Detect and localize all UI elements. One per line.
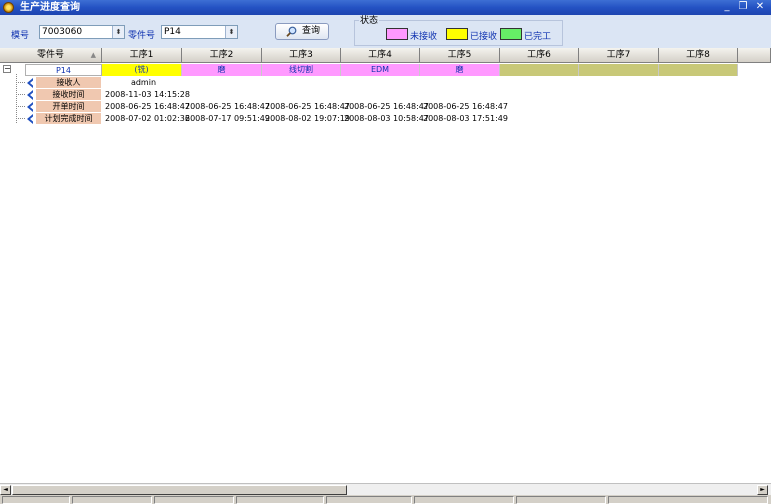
column-header-process-8[interactable]: 工序8 xyxy=(659,48,738,63)
mold-dropdown-icon[interactable]: ⬍ xyxy=(112,26,124,38)
detail-row-arrow-icon xyxy=(27,78,33,88)
sort-asc-icon: ▲ xyxy=(90,51,96,59)
legend-swatch-finished xyxy=(500,28,522,40)
minimize-button[interactable]: _ xyxy=(720,1,734,13)
tree-guide-line xyxy=(16,94,25,95)
scroll-thumb[interactable] xyxy=(12,485,347,495)
process-7-status-cell[interactable] xyxy=(579,64,659,76)
detail-value-cell[interactable]: 2008-06-25 16:48:47 xyxy=(344,101,429,113)
column-header-process-3[interactable]: 工序3 xyxy=(262,48,341,63)
detail-value-cell[interactable] xyxy=(185,77,262,89)
detail-value-cell[interactable]: 2008-08-03 10:58:47 xyxy=(344,113,429,125)
collapse-toggle[interactable]: − xyxy=(3,65,11,73)
detail-value-cell[interactable]: 2008-06-25 16:48:47 xyxy=(185,101,270,113)
status-panel xyxy=(326,496,412,504)
detail-value-cell[interactable]: 2008-08-02 19:07:19 xyxy=(265,113,350,125)
column-header-process-5[interactable]: 工序5 xyxy=(420,48,500,63)
process-1-status-cell[interactable]: (铣) xyxy=(102,64,182,76)
column-header-process-4[interactable]: 工序4 xyxy=(341,48,420,63)
detail-value-cell[interactable] xyxy=(423,77,500,89)
legend-label-unreceived: 未接收 xyxy=(410,32,438,42)
progress-grid[interactable]: 零件号 ▲ 工序1 工序2 工序3 工序4 工序5 工序6 工序7 工序8 − … xyxy=(0,48,771,482)
column-header-process-2[interactable]: 工序2 xyxy=(182,48,262,63)
part-dropdown-icon[interactable]: ⬍ xyxy=(225,26,237,38)
detail-value-cell[interactable] xyxy=(344,77,420,89)
detail-value-cell[interactable]: admin xyxy=(105,77,182,89)
part-value: P14 xyxy=(164,27,181,37)
detail-value-cell[interactable] xyxy=(185,89,262,101)
status-panel xyxy=(608,496,768,504)
status-panel xyxy=(154,496,234,504)
title-bar: 生产进度查询 _ ❐ ✕ xyxy=(0,0,771,15)
process-8-status-cell[interactable] xyxy=(659,64,738,76)
status-panel xyxy=(414,496,514,504)
detail-value-cell[interactable]: 2008-07-17 09:51:49 xyxy=(185,113,270,125)
query-label: 查询 xyxy=(302,26,321,36)
part-combo[interactable]: P14 ⬍ xyxy=(161,25,238,39)
status-panel xyxy=(72,496,152,504)
detail-row-arrow-icon xyxy=(27,90,33,100)
detail-row-label: 计划完成时间 xyxy=(36,113,101,125)
detail-value-cell[interactable]: 2008-06-25 16:48:47 xyxy=(105,101,190,113)
column-header-part[interactable]: 零件号 ▲ xyxy=(0,48,102,63)
detail-row-arrow-icon xyxy=(27,114,33,124)
detail-value-cell[interactable]: 2008-06-25 16:48:47 xyxy=(265,101,350,113)
detail-row-label: 接收时间 xyxy=(36,89,101,101)
detail-value-cell[interactable] xyxy=(265,77,341,89)
search-icon xyxy=(286,26,297,37)
tree-guide-line xyxy=(16,118,25,119)
status-panel xyxy=(516,496,606,504)
legend-swatch-unreceived xyxy=(386,28,408,40)
mold-value: 7003060 xyxy=(42,27,83,37)
detail-row-label: 接收人 xyxy=(36,77,101,89)
detail-row-label: 开单时间 xyxy=(36,101,101,113)
query-button[interactable]: 查询 xyxy=(275,23,329,40)
detail-value-cell[interactable] xyxy=(265,89,341,101)
part-number-cell[interactable]: P14 xyxy=(25,64,102,76)
status-panel xyxy=(236,496,324,504)
window-title: 生产进度查询 xyxy=(20,2,80,13)
status-bar xyxy=(0,495,771,504)
mold-label: 模号 xyxy=(11,31,30,41)
close-button[interactable]: ✕ xyxy=(753,1,767,13)
column-header-label: 零件号 xyxy=(36,50,64,60)
app-icon xyxy=(3,2,14,13)
grid-header: 零件号 ▲ 工序1 工序2 工序3 工序4 工序5 工序6 工序7 工序8 xyxy=(0,48,771,63)
status-legend-title: 状态 xyxy=(359,16,380,26)
column-header-process-7[interactable]: 工序7 xyxy=(579,48,659,63)
detail-value-cell[interactable] xyxy=(423,89,500,101)
column-header-process-1[interactable]: 工序1 xyxy=(102,48,182,63)
process-2-status-cell[interactable]: 磨 xyxy=(182,64,262,76)
tree-guide-line xyxy=(16,82,25,83)
detail-value-cell[interactable]: 2008-08-03 17:51:49 xyxy=(423,113,508,125)
status-panel xyxy=(2,496,70,504)
restore-button[interactable]: ❐ xyxy=(736,1,750,13)
detail-row-arrow-icon xyxy=(27,102,33,112)
legend-swatch-received xyxy=(446,28,468,40)
detail-value-cell[interactable]: 2008-07-02 01:02:36 xyxy=(105,113,190,125)
scroll-left-button[interactable]: ◄ xyxy=(0,485,11,495)
mold-combo[interactable]: 7003060 ⬍ xyxy=(39,25,125,39)
process-3-status-cell[interactable]: 线切割 xyxy=(262,64,341,76)
legend-label-received: 已接收 xyxy=(470,32,498,42)
column-header-process-6[interactable]: 工序6 xyxy=(500,48,579,63)
process-6-status-cell[interactable] xyxy=(500,64,579,76)
detail-value-cell[interactable]: 2008-06-25 16:48:47 xyxy=(423,101,508,113)
process-4-status-cell[interactable]: EDM xyxy=(341,64,420,76)
legend-label-finished: 已完工 xyxy=(524,32,552,42)
tree-guide-line xyxy=(16,106,25,107)
detail-value-cell[interactable] xyxy=(344,89,420,101)
process-5-status-cell[interactable]: 磨 xyxy=(420,64,500,76)
scroll-right-button[interactable]: ► xyxy=(757,485,768,495)
column-header-filler xyxy=(738,48,771,63)
detail-value-cell[interactable]: 2008-11-03 14:15:28 xyxy=(105,89,190,101)
part-label: 零件号 xyxy=(128,31,156,41)
